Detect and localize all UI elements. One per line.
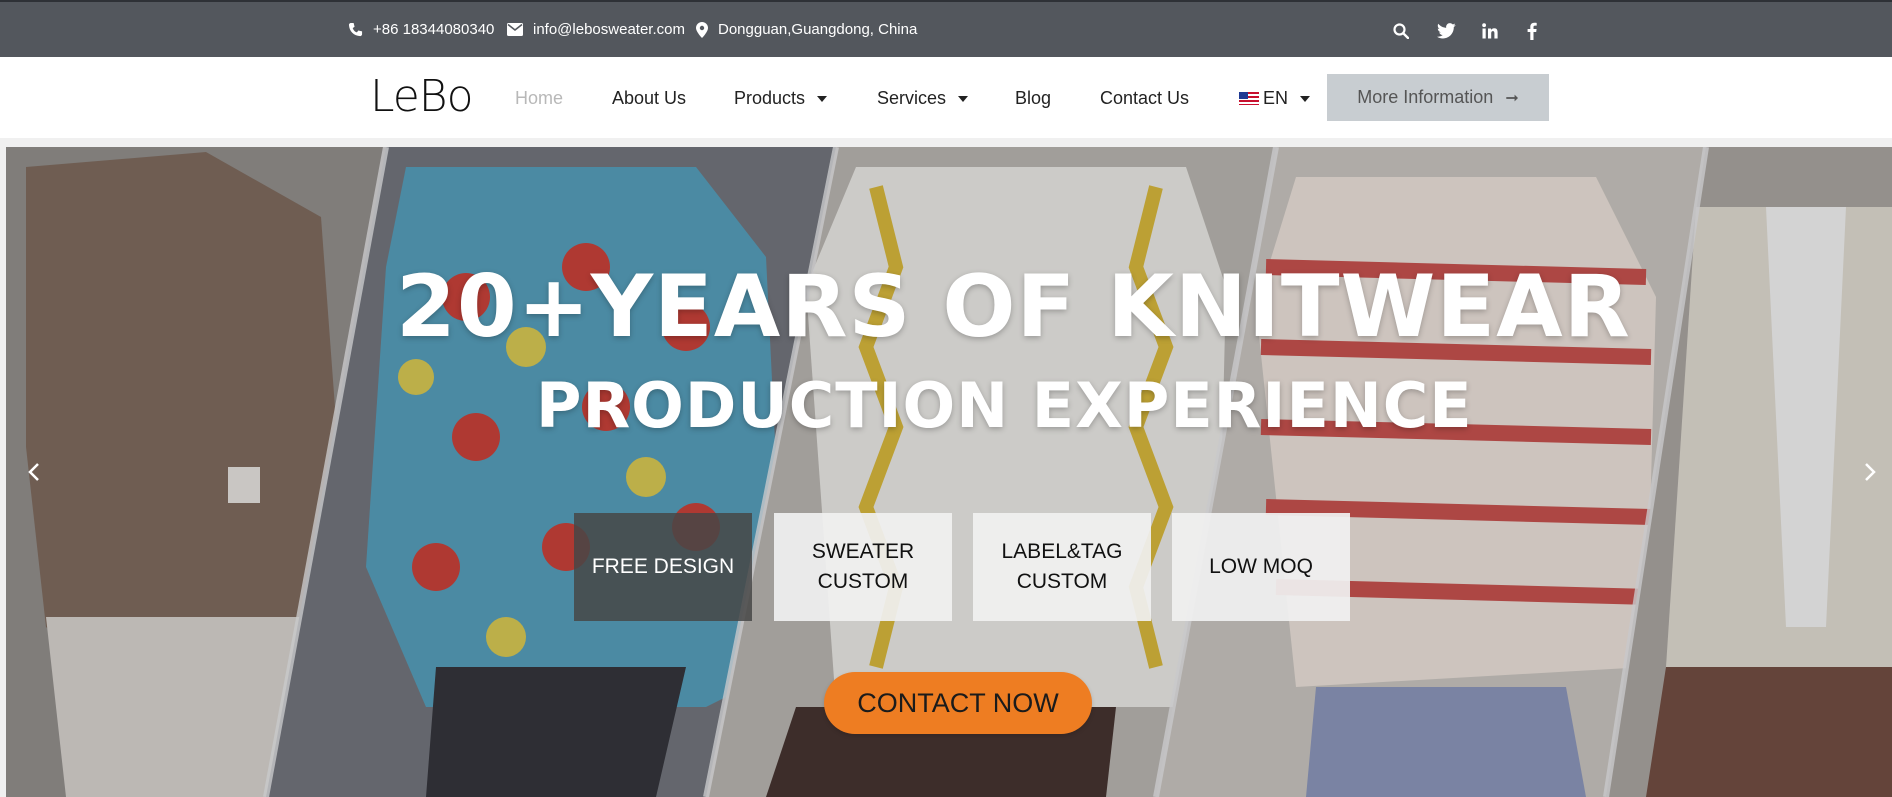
language-selector[interactable]: EN — [1239, 88, 1311, 109]
us-flag-icon — [1239, 92, 1259, 105]
contact-now-button[interactable]: CONTACT NOW — [824, 672, 1092, 734]
address-info: Dongguan,Guangdong, China — [696, 21, 917, 38]
feature-free-design[interactable]: FREE DESIGN — [574, 513, 752, 621]
arrow-right-icon: ➞ — [1505, 89, 1519, 107]
nav-item-label: Products — [734, 88, 806, 108]
twitter-icon[interactable] — [1436, 21, 1456, 41]
chevron-right-icon — [1865, 463, 1876, 481]
top-contact-bar: +86 18344080340 info@lebosweater.com Don… — [0, 0, 1892, 57]
nav-item-products[interactable]: Products — [734, 88, 828, 109]
feature-line1: LOW MOQ — [1209, 555, 1313, 578]
caret-down-icon — [958, 95, 969, 102]
carousel-prev-button[interactable] — [22, 457, 46, 487]
mail-icon — [507, 23, 523, 36]
caret-down-icon — [817, 95, 828, 102]
hero-subheadline: PRODUCTION EXPERIENCE — [536, 369, 1473, 442]
feature-label: LOW MOQ — [1209, 552, 1313, 582]
hero-banner: 20+YEARS OF KNITWEAR PRODUCTION EXPERIEN… — [6, 147, 1892, 797]
phone-icon — [348, 22, 363, 37]
language-label: EN — [1263, 88, 1289, 108]
feature-sweater-custom[interactable]: SWEATER CUSTOM — [774, 513, 952, 621]
phone-contact[interactable]: +86 18344080340 — [348, 21, 494, 38]
facebook-icon[interactable] — [1522, 21, 1542, 41]
feature-label: FREE DESIGN — [592, 552, 734, 582]
caret-down-icon — [1300, 95, 1311, 102]
feature-label-tag-custom[interactable]: LABEL&TAG CUSTOM — [973, 513, 1151, 621]
nav-item-label: Services — [877, 88, 947, 108]
feature-line1: FREE DESIGN — [591, 555, 735, 578]
feature-line2: CUSTOM — [1016, 570, 1108, 593]
nav-item-blog[interactable]: Blog — [1015, 88, 1051, 109]
nav-item-home[interactable]: Home — [515, 88, 563, 109]
carousel-next-button[interactable] — [1858, 457, 1882, 487]
address-text: Dongguan,Guangdong, China — [718, 21, 918, 38]
nav-item-about-us[interactable]: About Us — [612, 88, 686, 109]
feature-label: LABEL&TAG CUSTOM — [1002, 537, 1123, 597]
main-navigation: LeBo Home About Us Products Services Blo… — [0, 57, 1892, 138]
feature-line2: CUSTOM — [817, 570, 909, 593]
feature-line1: SWEATER — [811, 540, 915, 563]
phone-text: +86 18344080340 — [373, 21, 495, 38]
search-icon[interactable] — [1391, 21, 1411, 41]
nav-item-services[interactable]: Services — [877, 88, 969, 109]
linkedin-icon[interactable] — [1480, 21, 1500, 41]
feature-low-moq[interactable]: LOW MOQ — [1172, 513, 1350, 621]
feature-label: SWEATER CUSTOM — [812, 537, 914, 597]
email-contact[interactable]: info@lebosweater.com — [507, 21, 685, 38]
hero-headline: 20+YEARS OF KNITWEAR — [396, 257, 1631, 357]
email-text: info@lebosweater.com — [533, 21, 685, 38]
chevron-left-icon — [28, 463, 39, 481]
site-logo[interactable]: LeBo — [370, 75, 474, 119]
location-pin-icon — [696, 21, 708, 38]
more-information-label: More Information — [1357, 87, 1494, 107]
nav-item-contact-us[interactable]: Contact Us — [1100, 88, 1189, 109]
feature-line1: LABEL&TAG — [1001, 540, 1123, 563]
more-information-button[interactable]: More Information ➞ — [1327, 74, 1549, 121]
